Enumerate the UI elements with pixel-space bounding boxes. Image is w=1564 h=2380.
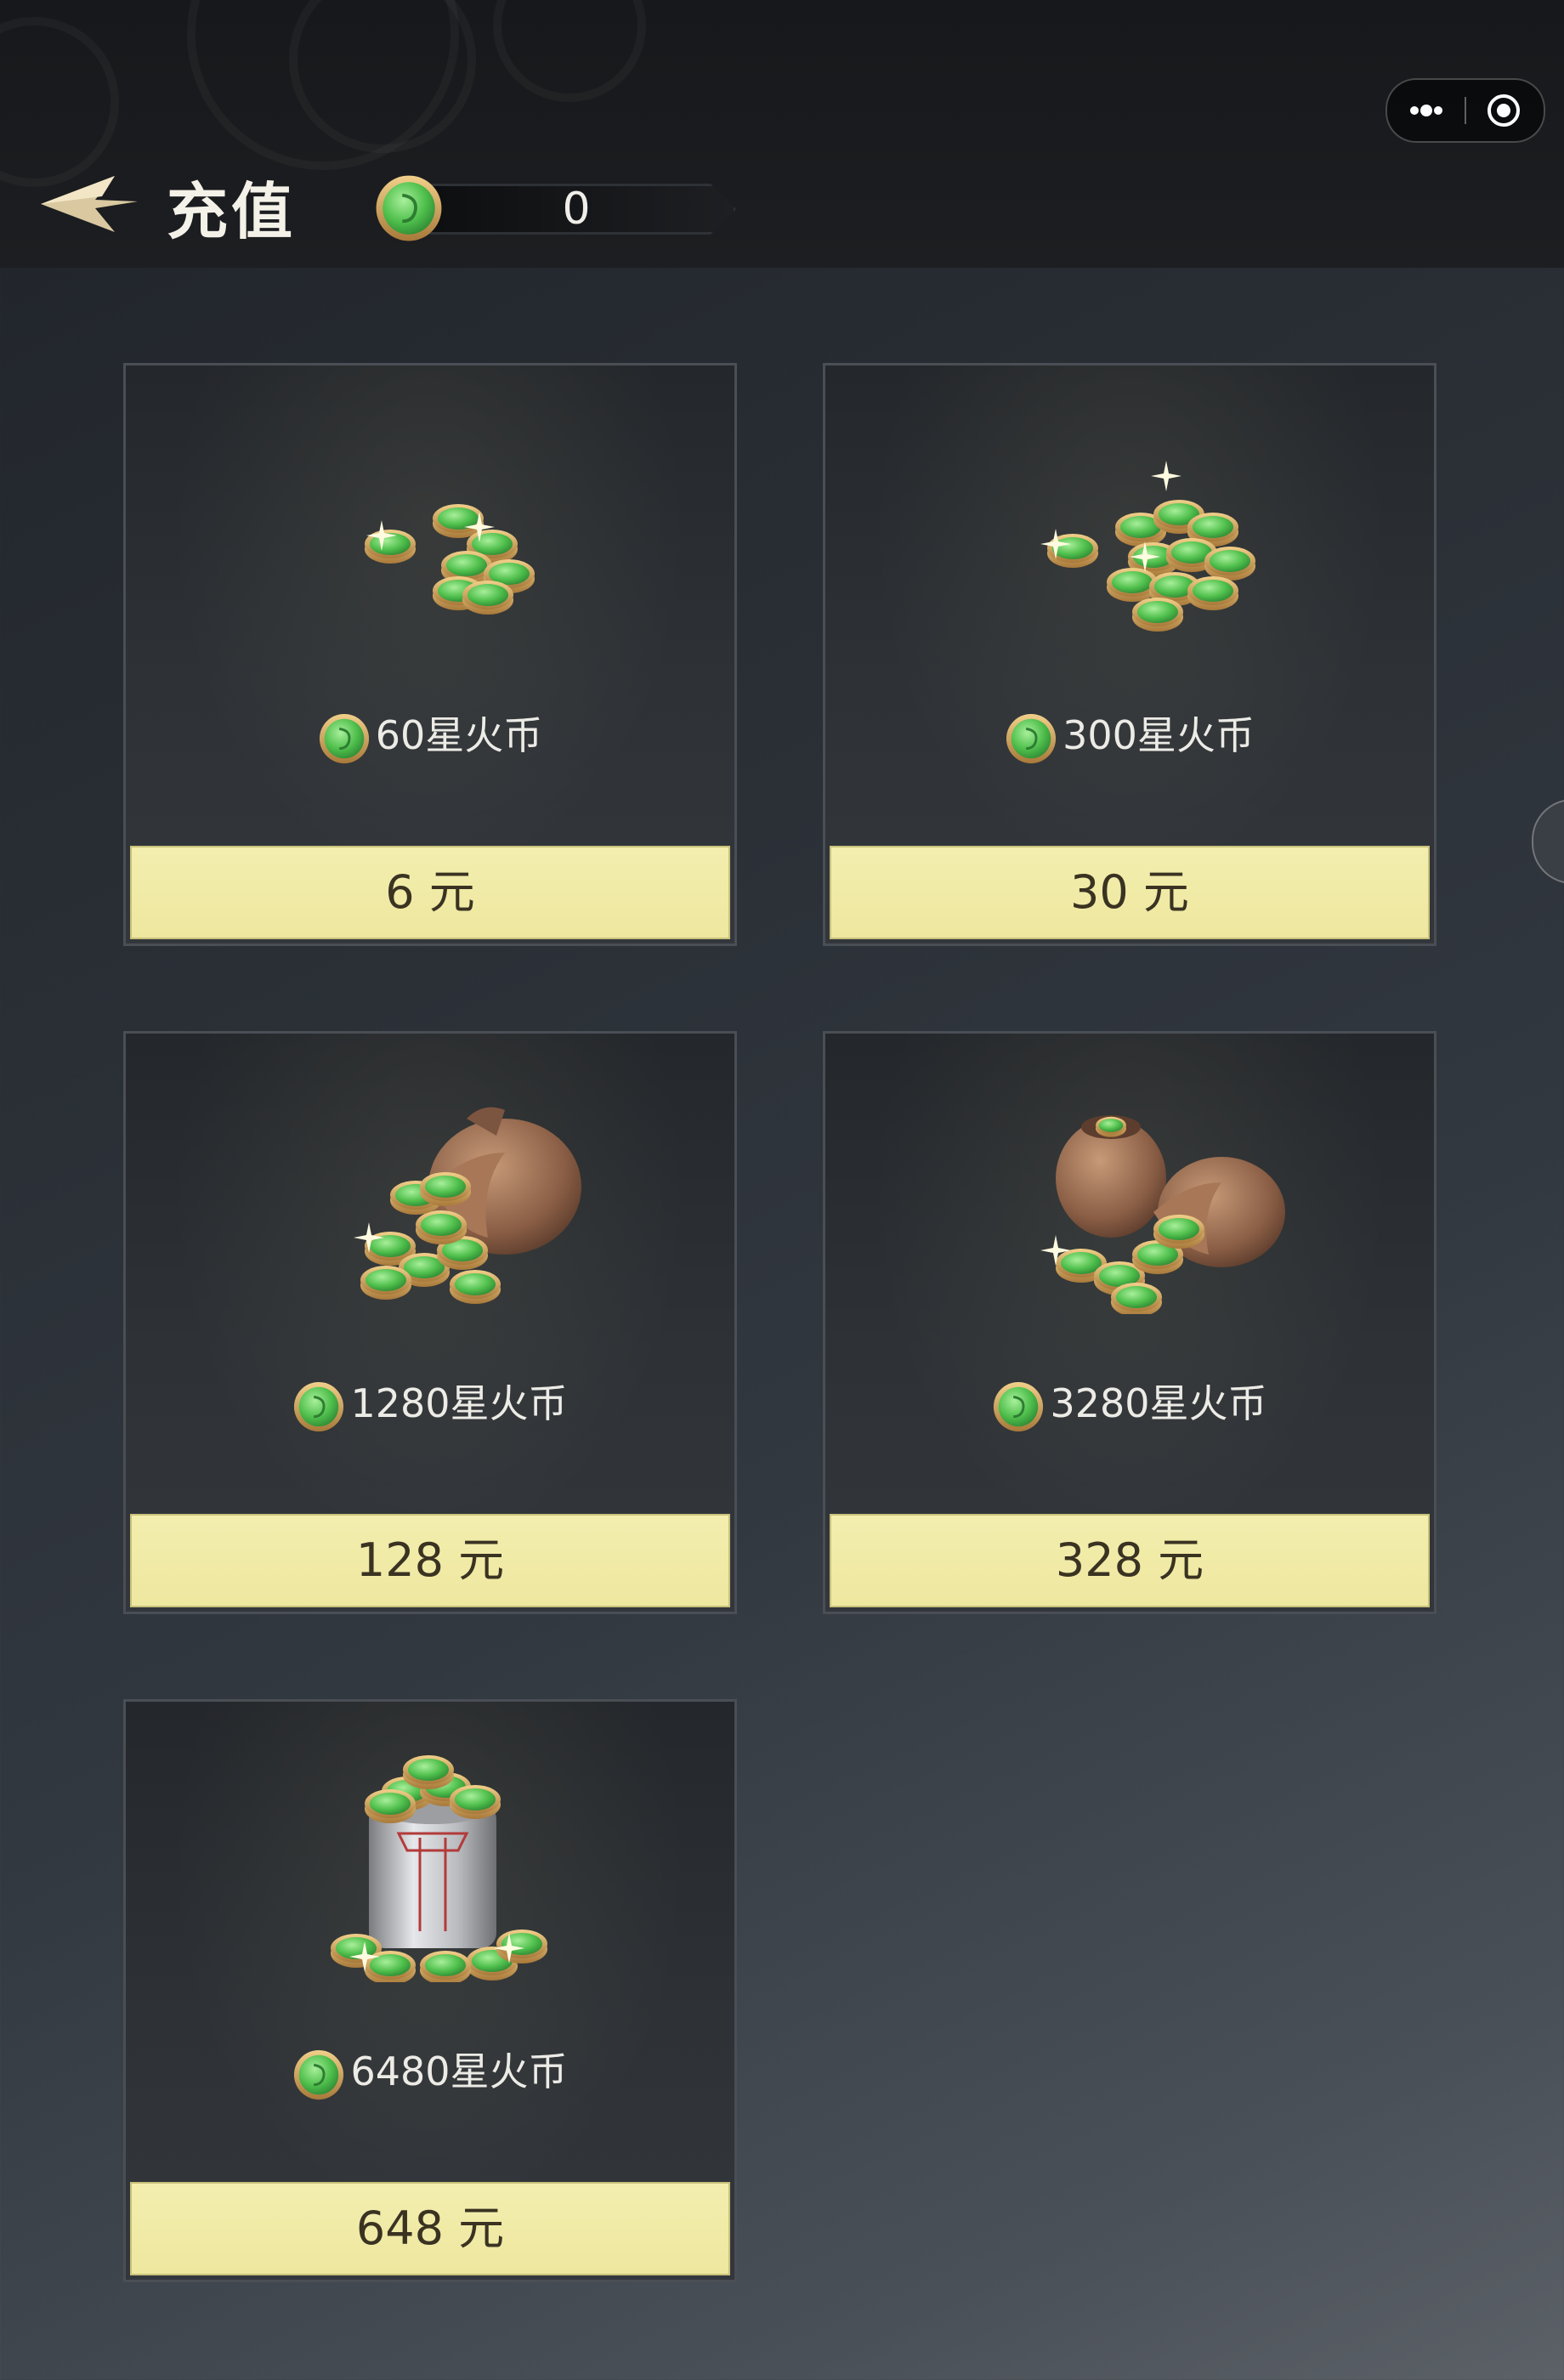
- coin-amount: 1280星火币: [126, 1374, 734, 1433]
- coin-amount-label: 3280星火币: [1050, 1380, 1267, 1426]
- green-coin-icon: [374, 173, 444, 243]
- coin-amount: 300星火币: [825, 706, 1434, 765]
- coin-amount: 6480星火币: [126, 2042, 734, 2101]
- balance-value: 0: [562, 184, 591, 235]
- mini-program-capsule: [1386, 78, 1545, 143]
- price-button[interactable]: 6 元: [130, 846, 730, 939]
- green-coin-icon: [1005, 711, 1057, 765]
- product-card-3280[interactable]: 3280星火币 328 元: [823, 1031, 1436, 1614]
- price-button[interactable]: 30 元: [830, 846, 1430, 939]
- price-button[interactable]: 128 元: [130, 1514, 730, 1607]
- green-coin-icon: [292, 2048, 345, 2101]
- product-card-60[interactable]: 60星火币 6 元: [123, 363, 737, 946]
- cloud-ornament: [0, 17, 119, 187]
- coin-canister-icon: [331, 1755, 547, 1982]
- coin-bag-icon: [354, 1107, 581, 1304]
- coin-pile-icon: [1040, 461, 1255, 632]
- product-card-1280[interactable]: 1280星火币 128 元: [123, 1031, 737, 1614]
- currency-balance: 0: [374, 173, 736, 243]
- cloud-ornament: [493, 0, 646, 102]
- coin-amount-label: 6480星火币: [350, 2048, 568, 2094]
- small-coin-pile-icon: [365, 504, 535, 615]
- green-coin-icon: [292, 1380, 345, 1433]
- product-card-300[interactable]: 300星火币 30 元: [823, 363, 1436, 946]
- product-card-6480[interactable]: 6480星火币 648 元: [123, 1699, 737, 2282]
- coin-amount: 60星火币: [126, 706, 734, 765]
- more-dots-icon: [1410, 105, 1442, 116]
- balance-bar: 0: [416, 184, 736, 235]
- page-title: 充值: [167, 176, 297, 247]
- more-button[interactable]: [1387, 80, 1465, 141]
- top-bar: 充值 0: [0, 0, 1564, 268]
- close-button[interactable]: [1466, 80, 1544, 141]
- target-close-icon: [1488, 94, 1520, 127]
- price-button[interactable]: 648 元: [130, 2182, 730, 2275]
- green-coin-icon: [318, 711, 371, 765]
- coin-amount-label: 60星火币: [375, 712, 543, 758]
- green-coin-icon: [992, 1380, 1045, 1433]
- price-button[interactable]: 328 元: [830, 1514, 1430, 1607]
- side-float-tab[interactable]: [1532, 799, 1564, 884]
- two-coin-bags-icon: [1040, 1115, 1285, 1314]
- coin-amount-label: 300星火币: [1062, 712, 1255, 758]
- coin-amount-label: 1280星火币: [350, 1380, 568, 1426]
- back-button[interactable]: [34, 166, 144, 242]
- back-arrow-icon: [41, 176, 138, 232]
- coin-amount: 3280星火币: [825, 1374, 1434, 1433]
